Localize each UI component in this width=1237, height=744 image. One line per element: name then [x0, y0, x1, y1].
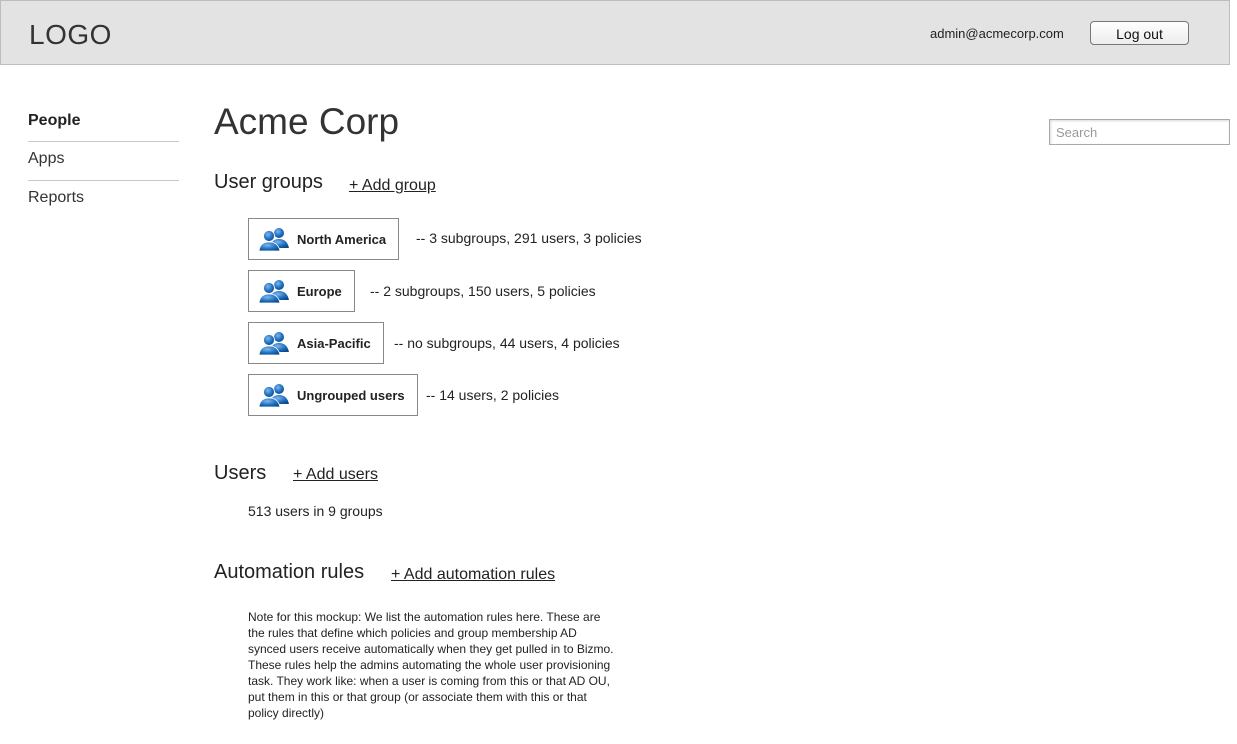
- group-name: Asia-Pacific: [297, 335, 371, 351]
- users-group-icon: [257, 278, 291, 304]
- group-info: -- no subgroups, 44 users, 4 policies: [394, 335, 620, 351]
- user-groups-heading: User groups: [214, 171, 323, 193]
- mockup-note: Note for this mockup: We list the automa…: [248, 609, 618, 721]
- sidebar-item-reports[interactable]: Reports: [28, 181, 179, 219]
- users-group-icon: [257, 226, 291, 252]
- group-ungrouped-users[interactable]: Ungrouped users: [248, 374, 418, 416]
- users-group-icon: [257, 330, 291, 356]
- sidebar-nav: People Apps Reports: [28, 104, 179, 219]
- logout-button[interactable]: Log out: [1090, 21, 1189, 45]
- add-users-link[interactable]: + Add users: [293, 466, 378, 484]
- top-header: LOGO admin@acmecorp.com Log out: [0, 0, 1230, 65]
- add-group-link[interactable]: + Add group: [349, 177, 436, 195]
- users-group-icon: [257, 382, 291, 408]
- note-paragraph: These rules help the admins automating t…: [248, 658, 611, 720]
- group-europe[interactable]: Europe: [248, 270, 355, 312]
- group-info: -- 14 users, 2 policies: [426, 387, 560, 403]
- logo: LOGO: [29, 19, 112, 50]
- group-info: -- 2 subgroups, 150 users, 5 policies: [370, 283, 596, 299]
- users-summary: 513 users in 9 groups: [248, 503, 383, 519]
- page-title: Acme Corp: [214, 101, 400, 142]
- user-email: admin@acmecorp.com: [930, 26, 1064, 41]
- sidebar-item-apps[interactable]: Apps: [28, 142, 179, 181]
- group-north-america[interactable]: North America: [248, 218, 400, 260]
- search-input[interactable]: [1049, 119, 1230, 145]
- add-automation-rules-link[interactable]: + Add automation rules: [391, 566, 555, 584]
- automation-rules-heading: Automation rules: [214, 561, 365, 583]
- group-name: Ungrouped users: [297, 387, 405, 403]
- note-paragraph: Note for this mockup: We list the automa…: [248, 610, 614, 656]
- users-heading: Users: [214, 462, 267, 484]
- group-asia-pacific[interactable]: Asia-Pacific: [248, 322, 384, 364]
- sidebar-item-people[interactable]: People: [28, 104, 179, 142]
- group-name: Europe: [297, 283, 342, 299]
- group-info: -- 3 subgroups, 291 users, 3 policies: [416, 230, 642, 246]
- group-name: North America: [297, 231, 387, 247]
